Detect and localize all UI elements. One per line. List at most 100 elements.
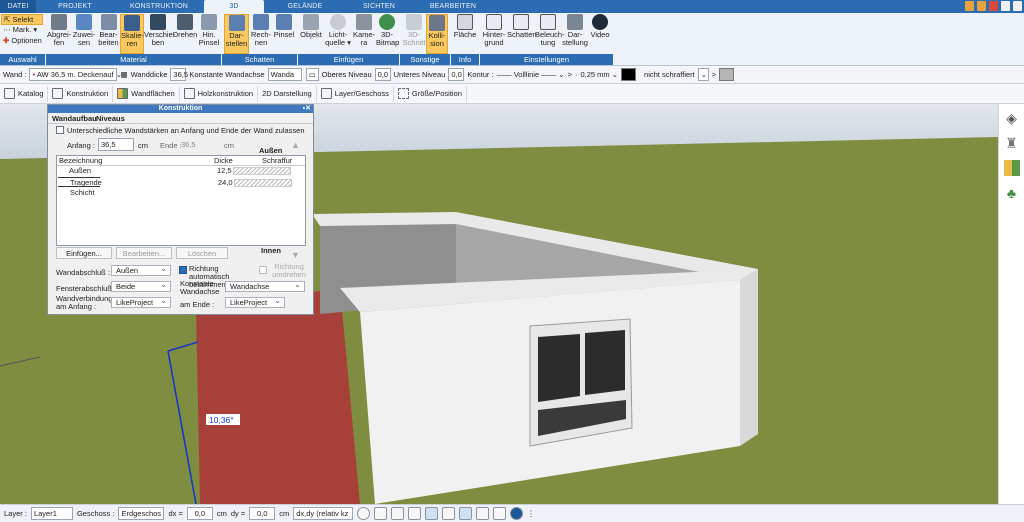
anfang-input[interactable]: 36,5 (98, 138, 134, 151)
schatten-button[interactable]: Schatten (507, 14, 537, 54)
kollision-button[interactable]: Kolli-sion (426, 14, 448, 54)
move-up-icon[interactable]: ▲ (291, 140, 300, 150)
dimension-label[interactable]: 10,36° (209, 415, 234, 425)
schraffur-dropdown[interactable]: ⌄ (697, 68, 709, 81)
selekt-button[interactable]: ⇱ Selekt (1, 14, 43, 25)
darstellen-button[interactable]: Dar-stellen (224, 14, 249, 54)
abgreifen-button[interactable]: Abgrei-fen (47, 14, 71, 54)
geschoss-select[interactable]: Erdgeschos (118, 507, 165, 520)
tab-wandaufbau[interactable]: Wandaufbau (52, 114, 97, 123)
richtung-umdrehen-checkbox[interactable] (259, 266, 267, 274)
tab-3d[interactable]: 3D (204, 0, 264, 13)
dx-input[interactable]: 0,0 (186, 507, 213, 520)
am-ende-select[interactable]: LikeProject (225, 296, 285, 308)
lichtquelle-button[interactable]: Licht-quelle ▾ (324, 14, 352, 54)
groesse-position-button[interactable]: Größe/Position (394, 85, 467, 102)
konstruktion-button[interactable]: Konstruktion (48, 85, 114, 102)
schraffur-next[interactable]: > (712, 70, 716, 79)
mark-button[interactable]: ⋯ Mark. ▾ (1, 25, 43, 36)
tab-gelaende[interactable]: GELÄNDE (264, 0, 346, 13)
verschieben-button[interactable]: Verschie-ben (144, 14, 175, 54)
objekt-button[interactable]: Objekt (299, 14, 323, 54)
3d-bitmap-button[interactable]: 3D- Bitmap (376, 14, 399, 54)
coordinate-mode-select[interactable]: dx,dy (relativ kz (293, 507, 354, 520)
wandachse-select[interactable]: Wanda (267, 68, 302, 81)
furniture-icon[interactable]: ♜ (1004, 135, 1020, 151)
grid-icon[interactable] (493, 507, 507, 520)
2d-darstellung-button[interactable]: 2D Darstellung (258, 85, 317, 102)
holzkonstruktion-button[interactable]: Holzkonstruktion (180, 85, 259, 102)
beleuchtung-button[interactable]: Beleuch-tung (535, 14, 565, 54)
schraffur-label[interactable]: nicht schraffiert (644, 70, 695, 79)
dialog-close-icon[interactable]: ▪✕ (303, 105, 311, 113)
layer-select[interactable]: Layer1 (30, 507, 73, 520)
katalog-button[interactable]: Katalog (0, 85, 49, 102)
wall-bottom-icon[interactable]: ▭ (305, 68, 319, 81)
optionen-button[interactable]: ✚ Optionen (1, 36, 43, 47)
settings-icon[interactable] (977, 1, 986, 11)
wandflaechen-button[interactable]: Wandflächen (113, 85, 180, 102)
tab-bearbeiten[interactable]: BEARBEITEN (412, 0, 494, 13)
help-icon[interactable] (965, 1, 974, 11)
pinsel-button[interactable]: Pinsel (273, 14, 295, 54)
different-thickness-checkbox[interactable] (56, 126, 64, 134)
snap-line-icon[interactable] (425, 507, 439, 520)
bearbeiten-button[interactable]: Bear-beiten (97, 14, 120, 54)
loeschen-button[interactable]: Löschen (176, 247, 228, 259)
zuweisen-button[interactable]: Zuwei-sen (72, 14, 96, 54)
dy-input[interactable]: 0,0 (249, 507, 276, 520)
skalieren-button[interactable]: Skalie-ren (120, 14, 144, 54)
snap-surface-icon[interactable] (459, 507, 473, 520)
table-row[interactable]: Tragende Schicht 24,0 (58, 177, 292, 197)
screen-record-icon[interactable] (374, 507, 388, 520)
layers-icon[interactable]: ◈ (1004, 110, 1020, 126)
minimize-icon[interactable] (989, 1, 998, 11)
snap-edge-icon[interactable] (442, 507, 456, 520)
plants-icon[interactable]: ♣ (1004, 185, 1020, 201)
snap-point-icon[interactable] (408, 507, 422, 520)
tab-sichten[interactable]: SICHTEN (346, 0, 412, 13)
hin-pinsel-button[interactable]: Hin. Pinsel (198, 14, 220, 54)
rechnen-button[interactable]: Rech-nen (250, 14, 272, 54)
tab-projekt[interactable]: PROJEKT (36, 0, 114, 13)
color-swatch[interactable] (621, 68, 637, 81)
layer-geschoss-button[interactable]: Layer/Geschoss (317, 85, 394, 102)
wandabschluss-select[interactable]: Außen (111, 264, 171, 276)
darstellung-button[interactable]: Dar-stellung (562, 14, 588, 54)
bearbeiten-dialog-button[interactable]: Bearbeiten... (116, 247, 172, 259)
konstante-wandachse-select[interactable]: Wandachse (225, 280, 305, 292)
lineweight-select[interactable]: 0,25 mm ⌄ (580, 70, 618, 79)
fill-swatch[interactable] (719, 68, 735, 81)
fensterabschluss-select[interactable]: Beide (111, 280, 171, 292)
hintergrund-button[interactable]: Hinter-grund (481, 14, 507, 54)
north-icon[interactable] (510, 507, 524, 520)
table-row[interactable]: Außen 12,5 (57, 166, 305, 176)
linetype-next[interactable]: > (568, 70, 572, 79)
oberes-niveau-input[interactable]: 0,0 (374, 68, 391, 81)
video-button[interactable]: Video (589, 14, 611, 54)
wand-type-select[interactable]: ▪ AW 36,5 m. Deckenauf ⌄ (29, 68, 122, 81)
linetype-select[interactable]: —— Volllinie —— ⌄ (497, 70, 565, 79)
ende-input[interactable]: 36,5 (181, 140, 196, 149)
tab-niveaus[interactable]: Niveaus (96, 114, 125, 123)
move-down-icon[interactable]: ▼ (291, 250, 300, 260)
einfuegen-button[interactable]: Einfügen... (56, 247, 112, 259)
tab-datei[interactable]: DATEI (0, 0, 36, 13)
clock-icon[interactable] (357, 507, 371, 520)
kamera-button[interactable]: Kame-ra (353, 14, 375, 54)
snap-object-icon[interactable] (391, 507, 405, 520)
rotate-icon (177, 14, 193, 30)
3d-schnitt-button[interactable]: 3D- Schnitt (402, 14, 426, 54)
flaeche-button[interactable]: Fläche (452, 14, 478, 54)
drehen-button[interactable]: Drehen (172, 14, 198, 54)
richtung-auto-checkbox[interactable] (179, 266, 187, 274)
unteres-niveau-input[interactable]: 0,0 (448, 68, 465, 81)
tab-konstruktion[interactable]: KONSTRUKTION (114, 0, 204, 13)
materials-icon[interactable] (1003, 160, 1020, 176)
snap-area-icon[interactable] (476, 507, 490, 520)
wanddicke-input[interactable]: 36,5 (170, 68, 188, 81)
close-icon[interactable] (1013, 1, 1022, 11)
wandverbindung-select[interactable]: LikeProject (111, 296, 171, 308)
maximize-icon[interactable] (1001, 1, 1010, 11)
more-options-icon[interactable]: ⋮ (527, 509, 535, 518)
